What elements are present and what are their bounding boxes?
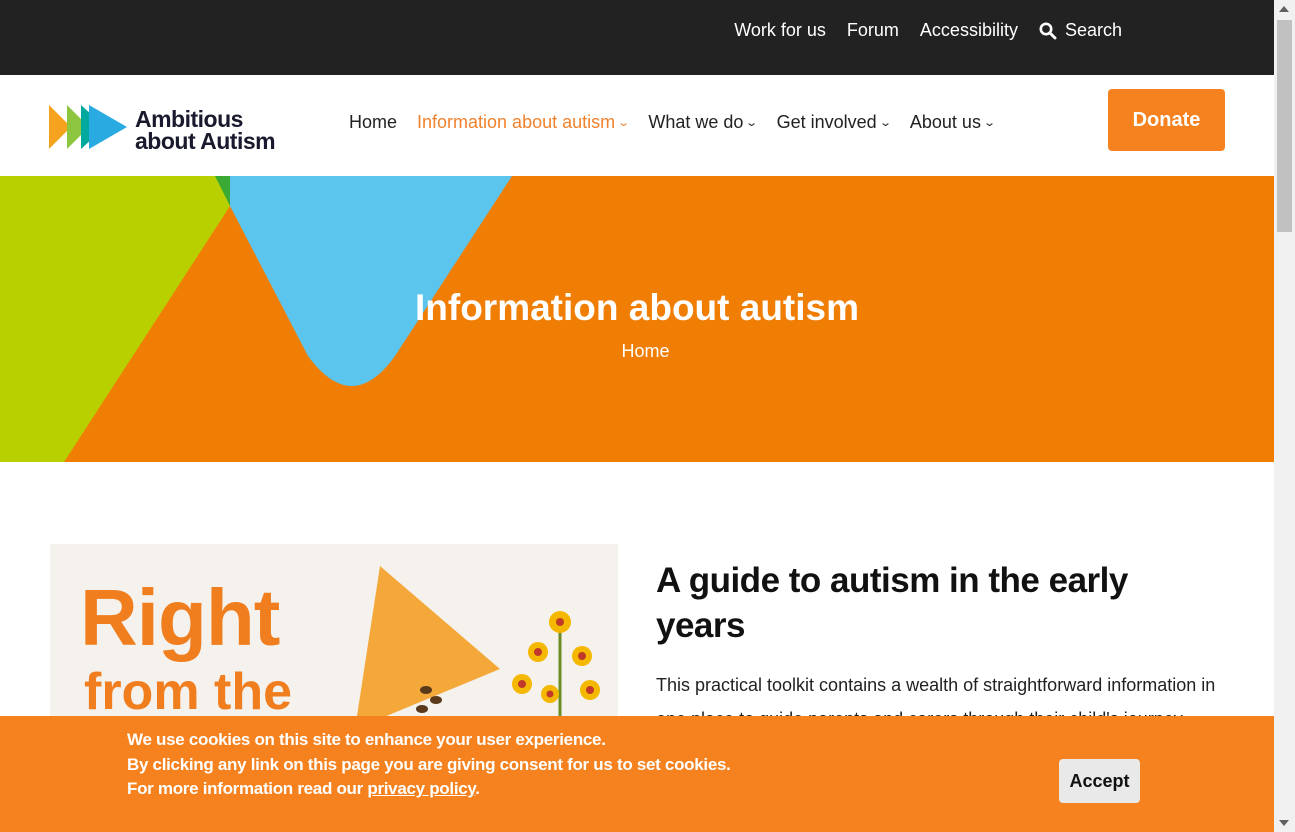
chevron-down-icon: ⌄: [617, 117, 631, 129]
nav-about-us-label: About us: [909, 112, 981, 132]
accessibility-link[interactable]: Accessibility: [920, 20, 1018, 41]
accept-cookies-button[interactable]: Accept: [1059, 759, 1140, 803]
hero-banner: Information about autism Home: [0, 176, 1274, 462]
work-for-us-link[interactable]: Work for us: [734, 20, 826, 41]
forum-link[interactable]: Forum: [847, 20, 899, 41]
search-link[interactable]: Search: [1039, 20, 1122, 41]
cookie-banner: We use cookies on this site to enhance y…: [0, 716, 1274, 832]
scroll-up-arrow-icon[interactable]: [1279, 6, 1289, 12]
main-navigation: Home Information about autism ⌄ What we …: [349, 112, 997, 133]
nav-about-us[interactable]: About us ⌄: [909, 112, 997, 133]
search-label: Search: [1064, 20, 1122, 40]
privacy-policy-link[interactable]: privacy policy: [367, 779, 475, 798]
cookie-message: We use cookies on this site to enhance y…: [127, 728, 731, 802]
logo-text-line1: Ambitious: [135, 105, 243, 132]
cookie-line3-prefix: For more information read our: [127, 779, 368, 798]
chevron-down-icon: ⌄: [878, 117, 892, 129]
nav-home-label: Home: [349, 112, 398, 132]
site-header: Ambitious about Autism Home Information …: [0, 75, 1274, 176]
donate-button[interactable]: Donate: [1108, 89, 1225, 151]
nav-home[interactable]: Home: [349, 112, 397, 133]
logo-arrows-icon: [49, 103, 129, 156]
page-scrollbar[interactable]: [1274, 0, 1295, 832]
cookie-line1: We use cookies on this site to enhance y…: [127, 730, 606, 749]
search-icon: [1039, 22, 1057, 40]
chevron-down-icon: ⌄: [745, 117, 759, 129]
nav-what-we-do-label: What we do: [648, 112, 744, 132]
cookie-line2: By clicking any link on this page you ar…: [127, 754, 731, 774]
cover-text-line2: from the: [84, 663, 292, 721]
utility-links: Work for us Forum Accessibility Search: [734, 20, 1122, 41]
nav-what-we-do[interactable]: What we do ⌄: [648, 112, 759, 133]
logo-text-line2: about Autism: [135, 127, 276, 154]
nav-get-involved-label: Get involved: [776, 112, 877, 132]
breadcrumb-home[interactable]: Home: [0, 341, 1274, 362]
article-title[interactable]: A guide to autism in the early years: [656, 558, 1216, 648]
top-utility-bar: Work for us Forum Accessibility Search: [0, 0, 1274, 75]
nav-information-about-autism[interactable]: Information about autism ⌄: [417, 112, 631, 133]
nav-get-involved[interactable]: Get involved ⌄: [776, 112, 892, 133]
page-title: Information about autism: [415, 287, 859, 328]
site-logo[interactable]: Ambitious about Autism: [49, 103, 276, 156]
cookie-line3-suffix: .: [475, 779, 480, 798]
scrollbar-thumb[interactable]: [1277, 20, 1292, 232]
nav-information-label: Information about autism: [417, 112, 616, 132]
cover-text-line1: Right: [80, 573, 280, 662]
cookie-line3: For more information read our privacy po…: [127, 777, 731, 802]
chevron-down-icon: ⌄: [983, 117, 997, 129]
scroll-down-arrow-icon[interactable]: [1279, 820, 1289, 826]
